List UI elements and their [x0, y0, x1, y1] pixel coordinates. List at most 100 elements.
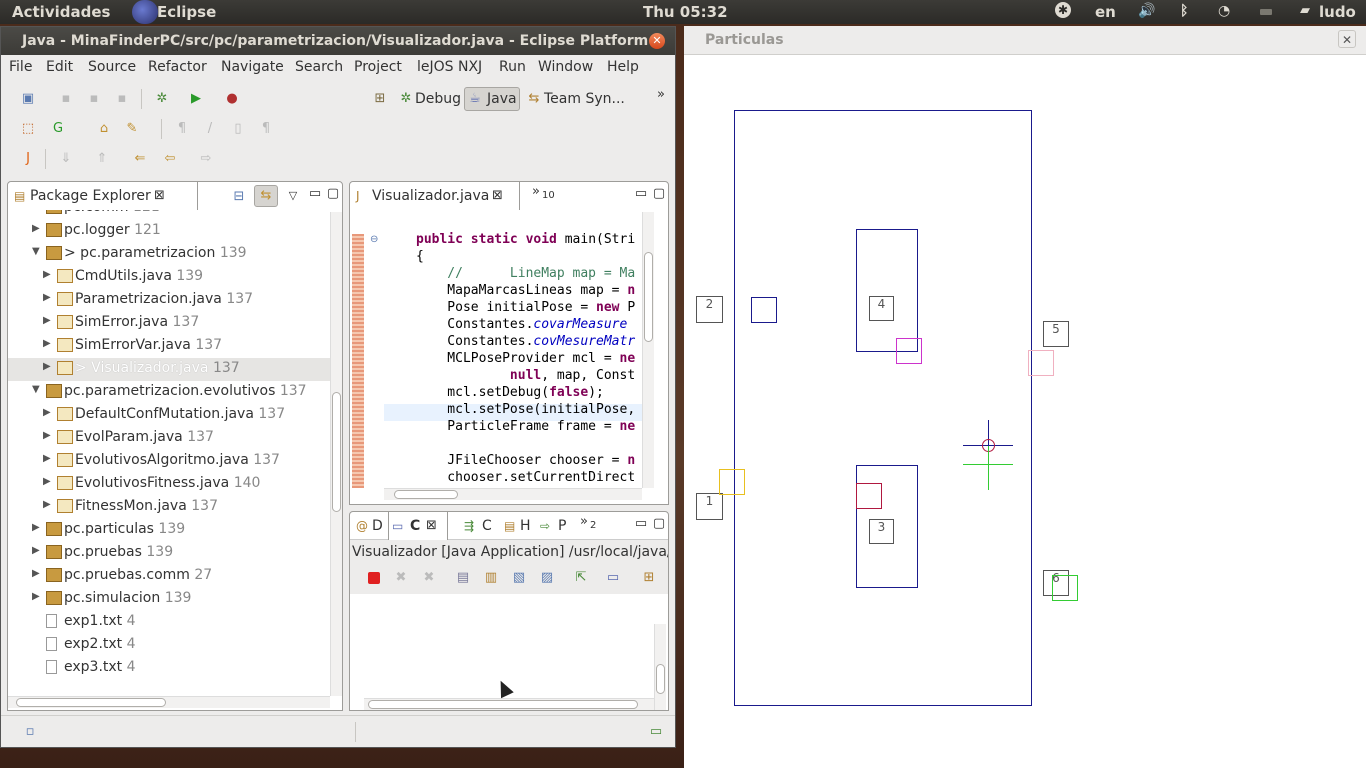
menu-search[interactable]: Search: [295, 59, 343, 75]
debug-icon[interactable]: ✲: [153, 91, 171, 107]
close-tab-icon[interactable]: ⊠: [426, 518, 437, 533]
new-class-icon[interactable]: G: [49, 121, 67, 137]
particulas-titlebar[interactable]: Particulas ✕: [684, 26, 1366, 55]
collapse-arrow-icon[interactable]: ▼: [32, 384, 40, 395]
code-line[interactable]: MapaMarcasLineas map = n: [416, 283, 635, 300]
terminate-icon[interactable]: [368, 572, 380, 584]
expand-arrow-icon[interactable]: ▶: [43, 269, 51, 280]
close-tab-icon[interactable]: ⊠: [154, 188, 165, 203]
menu-edit[interactable]: Edit: [46, 59, 73, 75]
fold-icon[interactable]: ⊖: [370, 234, 378, 245]
clear-console-icon[interactable]: ▤: [454, 570, 472, 586]
perspective-java[interactable]: Java: [487, 91, 517, 107]
more-editors-icon[interactable]: »: [532, 184, 540, 199]
code-line[interactable]: chooser.setCurrentDirect: [416, 470, 635, 487]
menu-window[interactable]: Window: [538, 59, 593, 75]
minimize-icon[interactable]: ▭: [306, 186, 324, 202]
minimize-icon[interactable]: ▭: [632, 186, 650, 202]
show-on-output-icon[interactable]: ▨: [538, 570, 556, 586]
scrollbar-thumb[interactable]: [656, 664, 665, 694]
tree-java-file-row[interactable]: ▶ FitnessMon.java 137: [8, 496, 330, 519]
new-icon[interactable]: ▣: [19, 91, 37, 107]
tree-java-file-row[interactable]: ▶ SimErrorVar.java 137: [8, 335, 330, 358]
code-area[interactable]: public static void main(Stri{ // LineMap…: [384, 232, 642, 488]
view-menu-icon[interactable]: ▽: [284, 188, 302, 204]
expand-arrow-icon[interactable]: ▶: [43, 453, 51, 464]
vertical-scrollbar[interactable]: [642, 212, 654, 488]
user-menu[interactable]: ludo: [1319, 3, 1356, 21]
expand-arrow-icon[interactable]: ▶: [32, 223, 40, 234]
expand-arrow-icon[interactable]: ▶: [32, 591, 40, 602]
tree-java-file-row[interactable]: ▶ SimError.java 137: [8, 312, 330, 335]
expand-arrow-icon[interactable]: ▶: [43, 476, 51, 487]
maximize-icon[interactable]: ▢: [324, 186, 342, 202]
volume-icon[interactable]: 🔊: [1138, 3, 1155, 19]
close-window-button[interactable]: ✕: [649, 33, 665, 49]
menu-navigate[interactable]: Navigate: [221, 59, 284, 75]
code-line[interactable]: // LineMap map = Ma: [416, 266, 635, 283]
more-views-icon[interactable]: »: [580, 514, 588, 529]
code-line[interactable]: Constantes.covarMeasure: [416, 317, 627, 334]
new-java-project-icon[interactable]: ⬚: [19, 121, 37, 137]
battery-icon[interactable]: [1260, 9, 1272, 15]
scrollbar-thumb[interactable]: [394, 490, 458, 499]
tree-java-file-row[interactable]: ▶ Parametrizacion.java 137: [8, 289, 330, 312]
code-line[interactable]: public static void main(Stri: [416, 232, 635, 249]
run-icon[interactable]: ▶: [187, 91, 205, 107]
tab-p[interactable]: P: [558, 518, 566, 534]
maximize-icon[interactable]: ▢: [650, 516, 668, 532]
tree-java-file-row[interactable]: ▶ EvolutivosAlgoritmo.java 137: [8, 450, 330, 473]
menu-refactor[interactable]: Refactor: [148, 59, 207, 75]
menu-file[interactable]: File: [9, 59, 32, 75]
back-icon[interactable]: ⇦: [161, 151, 179, 167]
code-line[interactable]: ParticleFrame frame = ne: [416, 419, 635, 436]
code-line[interactable]: mcl.setPose(initialPose,: [416, 402, 635, 419]
menu-project[interactable]: Project: [354, 59, 402, 75]
expand-arrow-icon[interactable]: ▶: [32, 522, 40, 533]
display-console-icon[interactable]: ▭: [604, 570, 622, 586]
more-perspectives-icon[interactable]: »: [652, 87, 670, 103]
eclipse-titlebar[interactable]: Java - MinaFinderPC/src/pc/parametrizaci…: [1, 27, 675, 55]
horizontal-scrollbar[interactable]: [364, 698, 654, 710]
bluetooth-icon[interactable]: ᛒ: [1180, 3, 1188, 19]
tree-package-row[interactable]: ▶ pc.comm 121: [8, 210, 330, 220]
tab-d[interactable]: D: [372, 518, 383, 534]
code-line[interactable]: MCLPoseProvider mcl = ne: [416, 351, 635, 368]
tree-package-row[interactable]: ▶ pc.simulacion 139: [8, 588, 330, 611]
activities-button[interactable]: Actividades: [12, 3, 110, 21]
perspective-debug[interactable]: Debug: [415, 91, 461, 107]
tab-visualizador[interactable]: J Visualizador.java ⊠: [350, 182, 520, 210]
tree-file-row[interactable]: exp2.txt 4: [8, 634, 330, 657]
perspective-team[interactable]: Team Syn...: [544, 91, 625, 107]
expand-arrow-icon[interactable]: ▶: [43, 315, 51, 326]
lejos-icon[interactable]: J: [19, 151, 37, 167]
code-line[interactable]: Constantes.covMesureMatr: [416, 334, 635, 351]
collapse-all-icon[interactable]: ⊟: [230, 189, 248, 205]
tree-package-row[interactable]: ▼ > pc.parametrizacion 139: [8, 243, 330, 266]
menu-help[interactable]: Help: [607, 59, 639, 75]
tab-package-explorer[interactable]: ▤ Package Explorer ⊠: [8, 182, 198, 210]
scrollbar-thumb[interactable]: [332, 392, 341, 512]
expand-arrow-icon[interactable]: ▶: [43, 338, 51, 349]
tree-package-row[interactable]: ▼ pc.parametrizacion.evolutivos 137: [8, 381, 330, 404]
menu-lejos[interactable]: leJOS NXJ: [417, 59, 482, 75]
horizontal-scrollbar[interactable]: [8, 696, 330, 708]
expand-arrow-icon[interactable]: ▶: [43, 361, 51, 372]
scrollbar-thumb[interactable]: [16, 698, 166, 707]
tree-package-row[interactable]: ▶ pc.pruebas.comm 27: [8, 565, 330, 588]
close-window-button[interactable]: ✕: [1338, 30, 1356, 48]
expand-arrow-icon[interactable]: ▶: [43, 292, 51, 303]
vertical-scrollbar[interactable]: [654, 624, 666, 710]
word-wrap-icon[interactable]: ▧: [510, 570, 528, 586]
open-type-icon[interactable]: ⌂: [95, 121, 113, 137]
tree-file-row[interactable]: exp1.txt 4: [8, 611, 330, 634]
expand-arrow-icon[interactable]: ▶: [43, 430, 51, 441]
pin-console-icon[interactable]: ⇱: [572, 570, 590, 586]
open-perspective-icon[interactable]: ⊞: [371, 91, 389, 107]
close-tab-icon[interactable]: ⊠: [492, 188, 503, 203]
search-icon[interactable]: ✎: [123, 121, 141, 137]
app-menu[interactable]: Eclipse: [157, 3, 216, 21]
progress-view-icon[interactable]: ▭: [647, 724, 665, 740]
tree-package-row[interactable]: ▶ pc.particulas 139: [8, 519, 330, 542]
tree-package-row[interactable]: ▶ pc.pruebas 139: [8, 542, 330, 565]
